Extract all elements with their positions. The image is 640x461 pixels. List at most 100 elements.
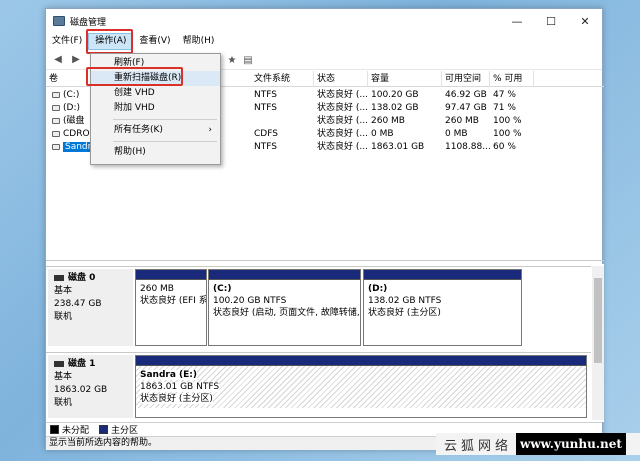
disk-row: 磁盘 0 基本 238.47 GB 联机 260 MB 状态良好 (EFI 系 … — [46, 266, 591, 348]
col-capacity[interactable]: 容量 — [368, 71, 442, 87]
percent-free-value: 100 % — [493, 116, 522, 126]
menu-view[interactable]: 查看(V) — [133, 33, 176, 50]
partition-label: Sandra (E:) — [140, 370, 198, 380]
disk-area-scrollbar[interactable] — [592, 266, 604, 420]
partition-efi[interactable]: 260 MB 状态良好 (EFI 系 — [135, 269, 207, 346]
volume-icon — [52, 91, 60, 98]
volume-icon — [52, 143, 60, 150]
volume-name: (D:) — [63, 103, 80, 113]
legend-unallocated: 未分配 — [62, 426, 90, 436]
submenu-arrow-icon: › — [208, 125, 212, 135]
disk-state: 联机 — [54, 312, 73, 322]
disk-type: 基本 — [54, 372, 73, 382]
partition-c[interactable]: (C:) 100.20 GB NTFS 状态良好 (启动, 页面文件, 故障转储… — [208, 269, 361, 346]
free-space-value: 1108.88... — [445, 142, 491, 152]
watermark: 云狐网络 www.yunhu.net — [436, 433, 640, 455]
partition-cap — [209, 270, 360, 280]
watermark-url: www.yunhu.net — [516, 433, 626, 455]
minimize-icon[interactable]: — — [500, 9, 534, 33]
filesystem-value: NTFS — [254, 90, 277, 100]
partition-e[interactable]: Sandra (E:) 1863.01 GB NTFS 状态良好 (主分区) — [135, 355, 587, 418]
menu-help[interactable]: 帮助(H) — [177, 33, 221, 50]
filesystem-value: CDFS — [254, 129, 278, 139]
partition-size: 260 MB — [140, 284, 174, 294]
volume-icon — [52, 104, 60, 111]
disk-info[interactable]: 磁盘 0 基本 238.47 GB 联机 — [48, 269, 133, 346]
col-free-space[interactable]: 可用空间 — [442, 71, 490, 87]
status-value: 状态良好 (... — [317, 129, 368, 139]
menu-attach-vhd[interactable]: 附加 VHD — [91, 101, 220, 116]
capacity-value: 0 MB — [371, 129, 394, 139]
capacity-value: 138.02 GB — [371, 103, 419, 113]
free-space-value: 260 MB — [445, 116, 479, 126]
filesystem-value: NTFS — [254, 103, 277, 113]
capacity-value: 1863.01 GB — [371, 142, 425, 152]
menu-file[interactable]: 文件(F) — [46, 33, 88, 50]
col-filesystem[interactable]: 文件系统 — [251, 71, 314, 87]
watermark-text: 云狐网络 — [444, 438, 513, 454]
partition-cap — [364, 270, 521, 280]
close-icon[interactable]: ✕ — [568, 9, 602, 33]
primary-partition-swatch — [99, 425, 109, 434]
volume-name: (C:) — [63, 90, 80, 100]
disk-row: 磁盘 1 基本 1863.02 GB 联机 Sandra (E:) 1863.0… — [46, 352, 591, 420]
menu-all-tasks[interactable]: 所有任务(K) › — [91, 123, 220, 138]
percent-free-value: 60 % — [493, 142, 516, 152]
free-space-value: 46.92 GB — [445, 90, 487, 100]
volume-name: CDRO — [63, 129, 90, 139]
col-status[interactable]: 状态 — [314, 71, 368, 87]
disk-management-icon — [53, 16, 65, 26]
disk-size: 1863.02 GB — [54, 385, 108, 395]
menu-help-item[interactable]: 帮助(H) — [91, 145, 220, 160]
unallocated-swatch — [50, 425, 59, 434]
partition-status: 状态良好 (主分区) — [368, 308, 441, 318]
menu-create-vhd[interactable]: 创建 VHD — [91, 86, 220, 101]
menu-separator — [113, 119, 217, 120]
partition-label: (D:) — [368, 284, 388, 294]
back-arrow-icon[interactable]: ◀ — [50, 52, 66, 68]
partition-size: 138.02 GB NTFS — [368, 296, 442, 306]
filesystem-value — [251, 115, 254, 128]
scrollbar-thumb[interactable] — [594, 278, 602, 363]
status-value: 状态良好 (... — [317, 116, 368, 126]
partition-label: (C:) — [213, 284, 232, 294]
disk-layout-area: 磁盘 0 基本 238.47 GB 联机 260 MB 状态良好 (EFI 系 … — [46, 264, 604, 422]
volume-name: Sandr — [63, 142, 94, 152]
partition-status: 状态良好 (EFI 系 — [140, 296, 206, 306]
capacity-value: 100.20 GB — [371, 90, 419, 100]
disk-icon — [54, 274, 64, 281]
volume-icon — [52, 117, 60, 124]
capacity-value: 260 MB — [371, 116, 405, 126]
status-value: 状态良好 (... — [317, 90, 368, 100]
cdrom-icon — [52, 130, 60, 137]
disk-type: 基本 — [54, 286, 73, 296]
status-value: 状态良好 (... — [317, 103, 368, 113]
disk-management-window: 磁盘管理 — ☐ ✕ 文件(F) 操作(A) 查看(V) 帮助(H) ◀ ▶ ★… — [45, 8, 604, 450]
col-percent-free[interactable]: % 可用 — [490, 71, 534, 87]
legend-primary: 主分区 — [111, 426, 139, 436]
disk-info[interactable]: 磁盘 1 基本 1863.02 GB 联机 — [48, 355, 133, 418]
maximize-icon[interactable]: ☐ — [534, 9, 568, 33]
menu-separator — [113, 141, 217, 142]
disk-name: 磁盘 0 — [68, 273, 96, 283]
rescan-highlight — [86, 67, 183, 86]
disk-name: 磁盘 1 — [68, 359, 96, 369]
free-space-value: 97.47 GB — [445, 103, 487, 113]
forward-arrow-icon[interactable]: ▶ — [68, 52, 84, 68]
free-space-value: 0 MB — [445, 129, 468, 139]
percent-free-value: 100 % — [493, 129, 522, 139]
window-controls: — ☐ ✕ — [500, 9, 602, 33]
disk-size: 238.47 GB — [54, 299, 102, 309]
disk-icon — [54, 360, 64, 367]
filesystem-value: NTFS — [254, 142, 277, 152]
status-value: 状态良好 (... — [317, 142, 368, 152]
window-title: 磁盘管理 — [70, 17, 107, 28]
partition-cap — [136, 356, 586, 366]
partition-status: 状态良好 (启动, 页面文件, 故障转储, — [213, 308, 360, 318]
partition-cap — [136, 270, 206, 280]
menu-all-tasks-label: 所有任务(K) — [114, 125, 163, 135]
partition-d[interactable]: (D:) 138.02 GB NTFS 状态良好 (主分区) — [363, 269, 522, 346]
properties-icon[interactable]: ▤ — [240, 52, 256, 68]
folder-icon[interactable]: ★ — [224, 52, 240, 68]
percent-free-value: 71 % — [493, 103, 516, 113]
